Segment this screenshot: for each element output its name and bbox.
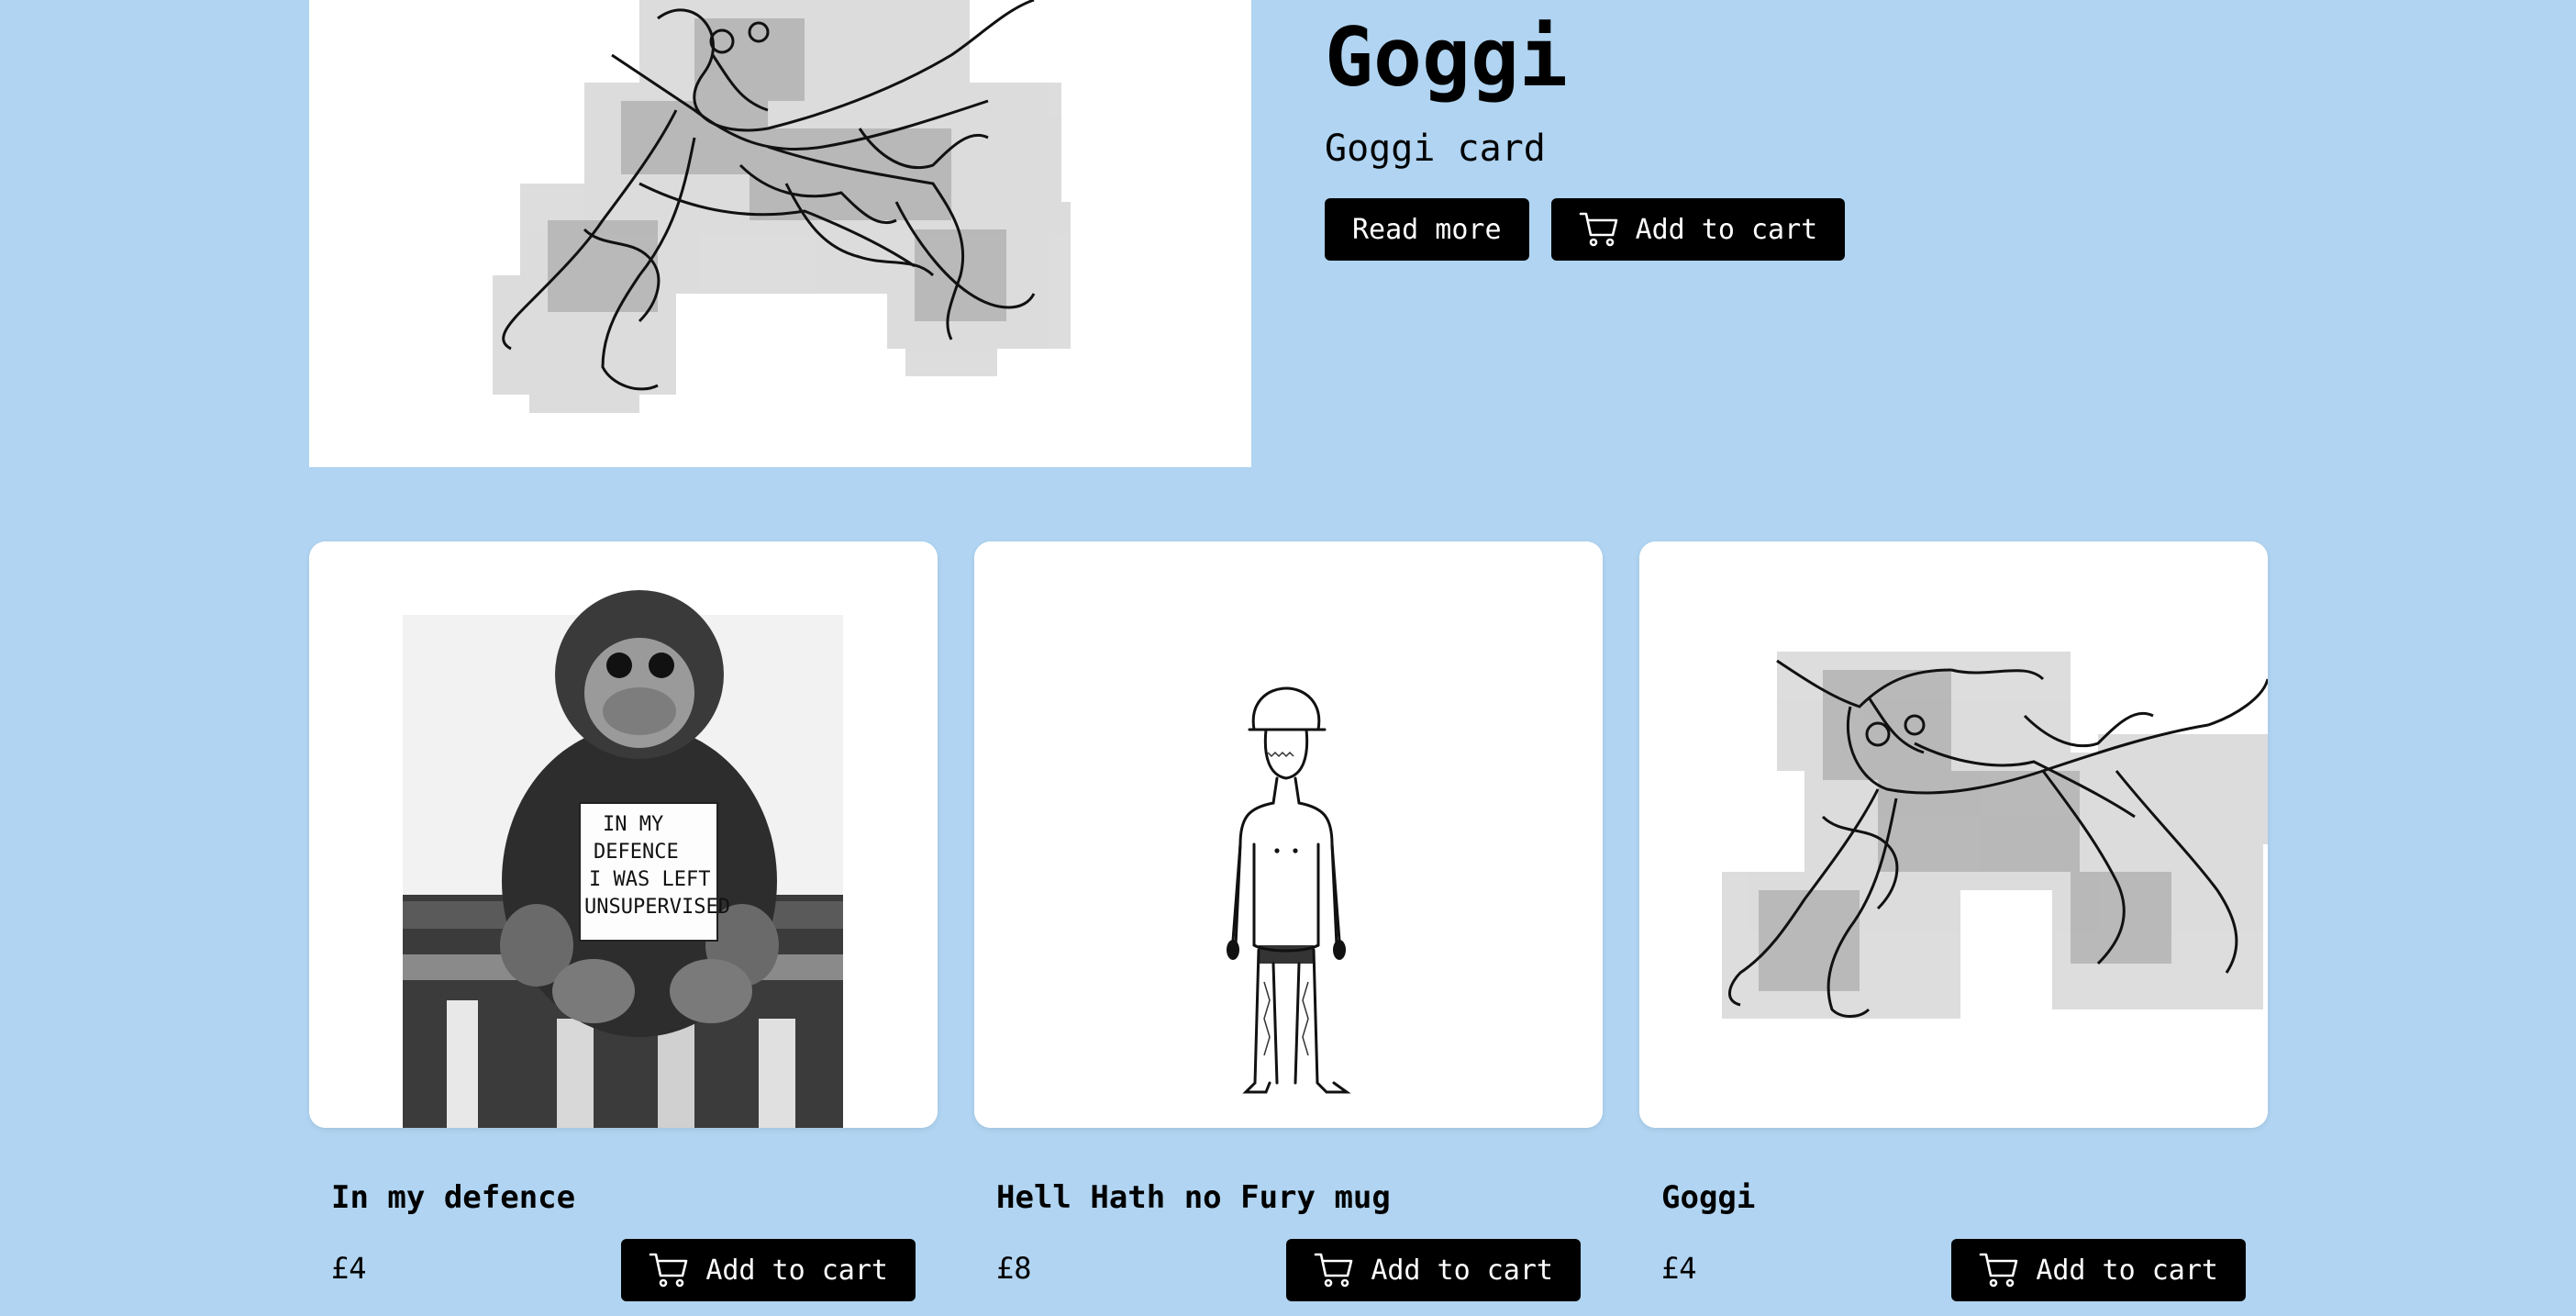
read-more-button[interactable]: Read more [1325, 198, 1529, 261]
dog-illustration [309, 0, 1251, 467]
orangutan-photo: IN MY DEFENCE I WAS LEFT UNSUPERVISED [309, 541, 938, 1128]
figure-drawing [974, 541, 1603, 1128]
product-price: £4 [331, 1251, 367, 1286]
featured-product-title: Goggi [1325, 10, 1568, 105]
sign-line: DEFENCE [594, 841, 679, 864]
product-price: £4 [1661, 1251, 1697, 1286]
product-image[interactable]: IN MY DEFENCE I WAS LEFT UNSUPERVISED [309, 541, 938, 1128]
sign-line: UNSUPERVISED [584, 896, 730, 919]
add-to-cart-button[interactable]: Add to cart [1286, 1239, 1581, 1301]
add-to-cart-button[interactable]: Add to cart [621, 1239, 916, 1301]
add-to-cart-label: Add to cart [1371, 1254, 1553, 1287]
add-to-cart-label: Add to cart [705, 1254, 888, 1287]
product-title[interactable]: In my defence [331, 1177, 575, 1218]
product-image[interactable] [974, 541, 1603, 1128]
product-card: Hell Hath no Fury mug £8 Add to cart [974, 541, 1603, 1301]
featured-product-image [309, 0, 1251, 467]
product-card: Goggi £4 Add to cart [1639, 541, 2268, 1301]
shopping-cart-icon [1979, 1252, 2019, 1288]
add-to-cart-label: Add to cart [2036, 1254, 2218, 1287]
sign-line: IN MY [603, 813, 663, 836]
add-to-cart-label: Add to cart [1635, 213, 1818, 246]
product-price: £8 [996, 1251, 1032, 1286]
product-image[interactable] [1639, 541, 2268, 1128]
featured-product-actions: Read more Add to cart [1325, 198, 1846, 261]
featured-add-to-cart-button[interactable]: Add to cart [1550, 198, 1846, 261]
shopping-cart-icon [1579, 211, 1619, 248]
sign-line: I WAS LEFT [589, 868, 710, 891]
product-card: IN MY DEFENCE I WAS LEFT UNSUPERVISED In… [309, 541, 938, 1301]
shopping-cart-icon [649, 1252, 689, 1288]
product-title[interactable]: Hell Hath no Fury mug [996, 1177, 1391, 1218]
shopping-cart-icon [1314, 1252, 1354, 1288]
add-to-cart-button[interactable]: Add to cart [1951, 1239, 2246, 1301]
product-title[interactable]: Goggi [1661, 1177, 1755, 1218]
featured-product-subtitle: Goggi card [1325, 128, 1546, 170]
dog-illustration [1639, 541, 2268, 1128]
read-more-label: Read more [1352, 213, 1502, 246]
